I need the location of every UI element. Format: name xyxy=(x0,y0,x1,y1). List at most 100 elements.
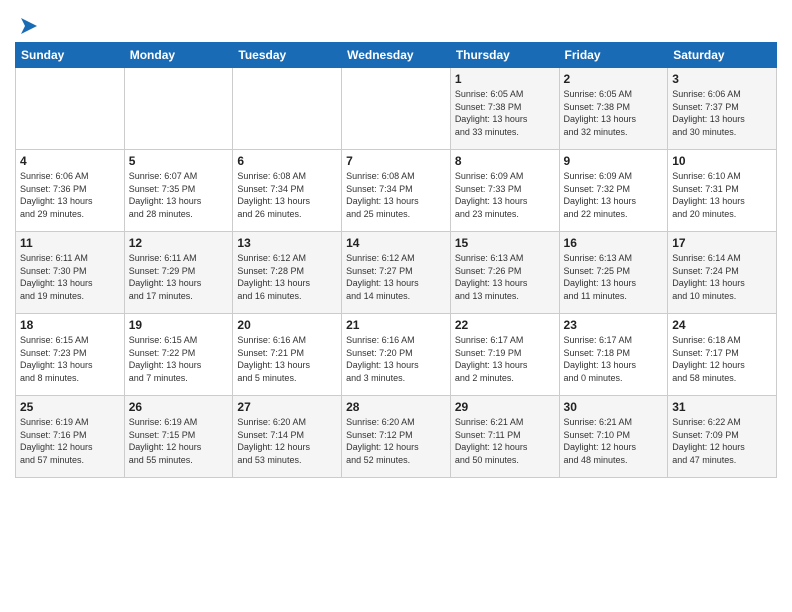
day-detail: Sunrise: 6:17 AM Sunset: 7:18 PM Dayligh… xyxy=(564,334,664,384)
calendar-cell: 14 Sunrise: 6:12 AM Sunset: 7:27 PM Dayli… xyxy=(342,232,451,314)
calendar-cell: 1Sunrise: 6:05 AM Sunset: 7:38 PM Daylig… xyxy=(450,68,559,150)
day-number: 29 xyxy=(455,400,555,414)
day-detail: Sunrise: 6:12 AM Sunset: 7:27 PM Dayligh… xyxy=(346,252,446,302)
calendar-cell: 13 Sunrise: 6:12 AM Sunset: 7:28 PM Dayli… xyxy=(233,232,342,314)
calendar-cell: 26Sunrise: 6:19 AM Sunset: 7:15 PM Dayli… xyxy=(124,396,233,478)
calendar-cell: 7 Sunrise: 6:08 AM Sunset: 7:34 PM Daylig… xyxy=(342,150,451,232)
day-detail: Sunrise: 6:22 AM Sunset: 7:09 PM Dayligh… xyxy=(672,416,772,466)
weekday-header-wednesday: Wednesday xyxy=(342,43,451,68)
calendar-cell: 4 Sunrise: 6:06 AM Sunset: 7:36 PM Daylig… xyxy=(16,150,125,232)
day-detail: Sunrise: 6:19 AM Sunset: 7:16 PM Dayligh… xyxy=(20,416,120,466)
weekday-header-sunday: Sunday xyxy=(16,43,125,68)
day-number: 15 xyxy=(455,236,555,250)
day-detail: Sunrise: 6:17 AM Sunset: 7:19 PM Dayligh… xyxy=(455,334,555,384)
calendar-cell xyxy=(16,68,125,150)
week-row-1: 1 Sunrise: 6:05 AM Sunset: 7:38 PM Daylig… xyxy=(16,68,777,150)
day-detail: Sunrise: 6:16 AM Sunset: 7:20 PM Dayligh… xyxy=(346,334,446,384)
week-row-4: 18 Sunrise: 6:15 AM Sunset: 7:23 PM Dayli… xyxy=(16,314,777,396)
day-detail: Sunrise: 6:15 AM Sunset: 7:23 PM Dayligh… xyxy=(20,334,120,384)
weekday-header-row: SundayMondayTuesdayWednesdayThursdayFrid… xyxy=(16,43,777,68)
week-row-5: 25 Sunrise: 6:19 AM Sunset: 7:16 PM Dayli… xyxy=(16,396,777,478)
week-row-2: 4 Sunrise: 6:06 AM Sunset: 7:36 PM Daylig… xyxy=(16,150,777,232)
day-detail: Sunrise: 6:09 AM Sunset: 7:33 PM Dayligh… xyxy=(455,170,555,220)
week-row-3: 11Sunrise: 6:11 AM Sunset: 7:30 PM Dayli… xyxy=(16,232,777,314)
calendar-cell: 3Sunrise: 6:06 AM Sunset: 7:37 PM Daylig… xyxy=(668,68,777,150)
weekday-header-saturday: Saturday xyxy=(668,43,777,68)
calendar-cell: 18 Sunrise: 6:15 AM Sunset: 7:23 PM Dayli… xyxy=(16,314,125,396)
day-number: 13 xyxy=(237,236,337,250)
calendar-cell: 16Sunrise: 6:13 AM Sunset: 7:25 PM Dayli… xyxy=(559,232,668,314)
day-detail: Sunrise: 6:20 AM Sunset: 7:12 PM Dayligh… xyxy=(346,416,446,466)
weekday-header-friday: Friday xyxy=(559,43,668,68)
calendar-cell xyxy=(124,68,233,150)
day-detail: Sunrise: 6:08 AM Sunset: 7:34 PM Dayligh… xyxy=(346,170,446,220)
day-detail: Sunrise: 6:05 AM Sunset: 7:38 PM Dayligh… xyxy=(564,88,664,138)
weekday-header-tuesday: Tuesday xyxy=(233,43,342,68)
calendar-cell: 22Sunrise: 6:17 AM Sunset: 7:19 PM Dayli… xyxy=(450,314,559,396)
calendar-cell: 5Sunrise: 6:07 AM Sunset: 7:35 PM Daylig… xyxy=(124,150,233,232)
calendar-cell: 20 Sunrise: 6:16 AM Sunset: 7:21 PM Dayli… xyxy=(233,314,342,396)
day-detail: Sunrise: 6:06 AM Sunset: 7:36 PM Dayligh… xyxy=(20,170,120,220)
calendar-cell: 21 Sunrise: 6:16 AM Sunset: 7:20 PM Dayli… xyxy=(342,314,451,396)
day-detail: Sunrise: 6:12 AM Sunset: 7:28 PM Dayligh… xyxy=(237,252,337,302)
day-number: 18 xyxy=(20,318,120,332)
day-detail: Sunrise: 6:06 AM Sunset: 7:37 PM Dayligh… xyxy=(672,88,772,138)
day-number: 16 xyxy=(564,236,664,250)
day-detail: Sunrise: 6:18 AM Sunset: 7:17 PM Dayligh… xyxy=(672,334,772,384)
day-number: 19 xyxy=(129,318,229,332)
day-detail: Sunrise: 6:21 AM Sunset: 7:10 PM Dayligh… xyxy=(564,416,664,466)
day-number: 25 xyxy=(20,400,120,414)
logo-icon xyxy=(17,14,41,38)
day-number: 10 xyxy=(672,154,772,168)
day-number: 7 xyxy=(346,154,446,168)
calendar-cell: 25 Sunrise: 6:19 AM Sunset: 7:16 PM Dayli… xyxy=(16,396,125,478)
day-number: 28 xyxy=(346,400,446,414)
day-number: 23 xyxy=(564,318,664,332)
calendar-cell: 19 Sunrise: 6:15 AM Sunset: 7:22 PM Dayli… xyxy=(124,314,233,396)
calendar-cell: 12Sunrise: 6:11 AM Sunset: 7:29 PM Dayli… xyxy=(124,232,233,314)
calendar-cell: 9 Sunrise: 6:09 AM Sunset: 7:32 PM Daylig… xyxy=(559,150,668,232)
day-number: 14 xyxy=(346,236,446,250)
calendar-cell: 27 Sunrise: 6:20 AM Sunset: 7:14 PM Dayli… xyxy=(233,396,342,478)
day-number: 2 xyxy=(564,72,664,86)
day-number: 17 xyxy=(672,236,772,250)
calendar-cell: 30 Sunrise: 6:21 AM Sunset: 7:10 PM Dayli… xyxy=(559,396,668,478)
day-number: 31 xyxy=(672,400,772,414)
day-number: 4 xyxy=(20,154,120,168)
calendar-cell: 28 Sunrise: 6:20 AM Sunset: 7:12 PM Dayli… xyxy=(342,396,451,478)
day-detail: Sunrise: 6:21 AM Sunset: 7:11 PM Dayligh… xyxy=(455,416,555,466)
calendar-cell: 24 Sunrise: 6:18 AM Sunset: 7:17 PM Dayli… xyxy=(668,314,777,396)
day-detail: Sunrise: 6:16 AM Sunset: 7:21 PM Dayligh… xyxy=(237,334,337,384)
calendar-cell: 8 Sunrise: 6:09 AM Sunset: 7:33 PM Daylig… xyxy=(450,150,559,232)
day-number: 6 xyxy=(237,154,337,168)
day-detail: Sunrise: 6:20 AM Sunset: 7:14 PM Dayligh… xyxy=(237,416,337,466)
day-detail: Sunrise: 6:10 AM Sunset: 7:31 PM Dayligh… xyxy=(672,170,772,220)
day-number: 27 xyxy=(237,400,337,414)
calendar-table: SundayMondayTuesdayWednesdayThursdayFrid… xyxy=(15,42,777,478)
calendar-cell xyxy=(342,68,451,150)
calendar-cell: 10 Sunrise: 6:10 AM Sunset: 7:31 PM Dayli… xyxy=(668,150,777,232)
day-number: 24 xyxy=(672,318,772,332)
calendar-cell: 17Sunrise: 6:14 AM Sunset: 7:24 PM Dayli… xyxy=(668,232,777,314)
day-number: 21 xyxy=(346,318,446,332)
day-number: 9 xyxy=(564,154,664,168)
day-number: 26 xyxy=(129,400,229,414)
weekday-header-monday: Monday xyxy=(124,43,233,68)
day-number: 11 xyxy=(20,236,120,250)
calendar-cell: 6Sunrise: 6:08 AM Sunset: 7:34 PM Daylig… xyxy=(233,150,342,232)
day-number: 30 xyxy=(564,400,664,414)
calendar-cell: 11Sunrise: 6:11 AM Sunset: 7:30 PM Dayli… xyxy=(16,232,125,314)
day-number: 20 xyxy=(237,318,337,332)
day-number: 8 xyxy=(455,154,555,168)
day-detail: Sunrise: 6:07 AM Sunset: 7:35 PM Dayligh… xyxy=(129,170,229,220)
calendar-cell: 23 Sunrise: 6:17 AM Sunset: 7:18 PM Dayli… xyxy=(559,314,668,396)
day-detail: Sunrise: 6:13 AM Sunset: 7:26 PM Dayligh… xyxy=(455,252,555,302)
calendar-cell: 31 Sunrise: 6:22 AM Sunset: 7:09 PM Dayli… xyxy=(668,396,777,478)
calendar-cell xyxy=(233,68,342,150)
page: SundayMondayTuesdayWednesdayThursdayFrid… xyxy=(0,0,792,488)
day-number: 1 xyxy=(455,72,555,86)
day-detail: Sunrise: 6:11 AM Sunset: 7:29 PM Dayligh… xyxy=(129,252,229,302)
day-detail: Sunrise: 6:15 AM Sunset: 7:22 PM Dayligh… xyxy=(129,334,229,384)
calendar-cell: 15 Sunrise: 6:13 AM Sunset: 7:26 PM Dayli… xyxy=(450,232,559,314)
day-detail: Sunrise: 6:09 AM Sunset: 7:32 PM Dayligh… xyxy=(564,170,664,220)
